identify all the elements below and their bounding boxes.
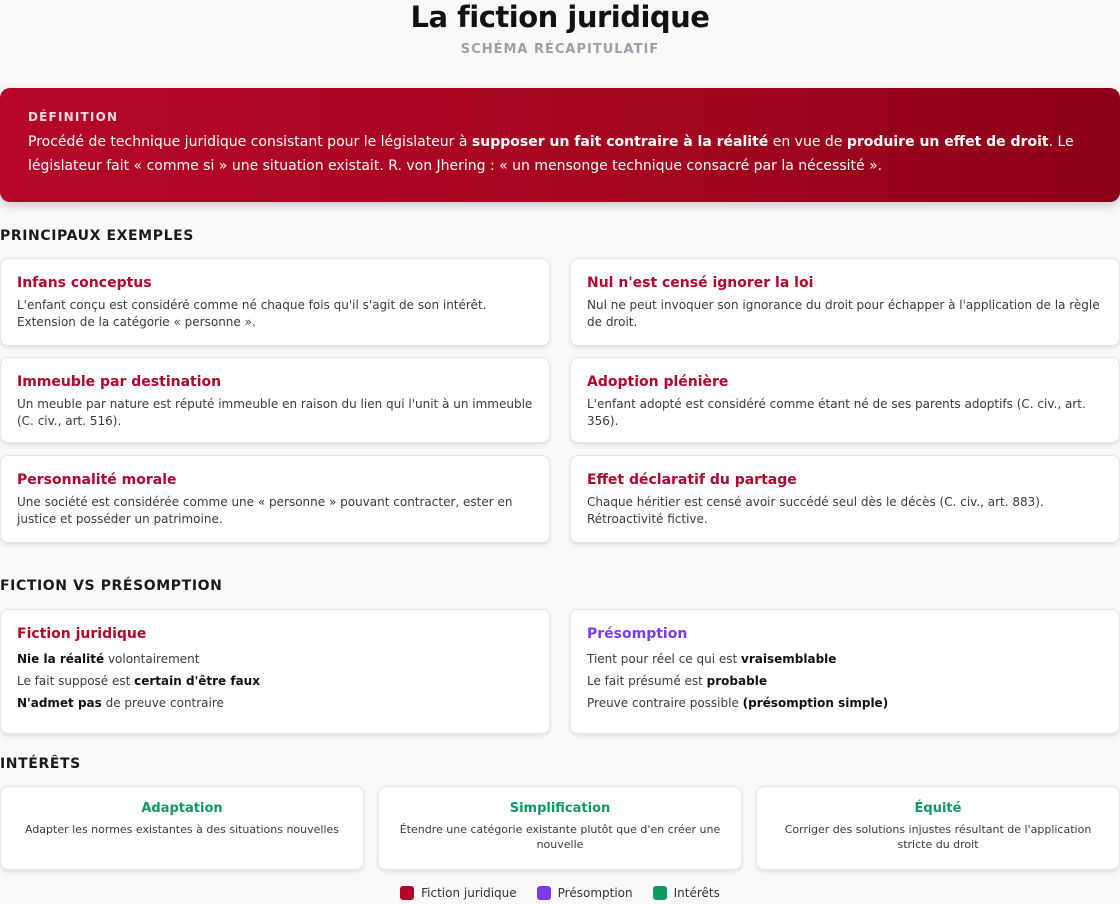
interet-text: Étendre une catégorie existante plutôt q… xyxy=(399,823,721,851)
definition-text-part: en vue de xyxy=(768,134,847,150)
presomption-line-bold: (présomption simple) xyxy=(742,696,889,710)
example-title: Adoption plénière xyxy=(587,374,729,390)
legend-label: Fiction juridique xyxy=(421,886,517,900)
definition-highlight: produire un effet de droit xyxy=(846,134,1049,150)
definition-text-part: Procédé de technique juridique consistan… xyxy=(28,134,472,150)
legend-swatch-fiction xyxy=(400,886,415,900)
page-title: La fiction juridique xyxy=(410,0,710,34)
section-title-examples: PRINCIPAUX EXEMPLES xyxy=(0,228,194,244)
example-text: Nul ne peut invoquer son ignorance du dr… xyxy=(587,298,1100,329)
example-card: Nul n'est censé ignorer la loi Nul ne pe… xyxy=(570,258,1120,346)
example-text: Une société est considérée comme une « p… xyxy=(17,495,513,526)
example-text: L'enfant adopté est considéré comme étan… xyxy=(587,397,1086,428)
fiction-line-bold: N'admet pas xyxy=(17,696,102,710)
fiction-line-bold: Nie la réalité xyxy=(17,652,105,666)
interet-card: Équité Corriger des solutions injustes r… xyxy=(756,786,1120,870)
legend-swatch-interets xyxy=(652,886,667,900)
legend-label: Présomption xyxy=(557,886,633,900)
example-card: Immeuble par destination Un meuble par n… xyxy=(0,357,550,443)
definition-text: Procédé de technique juridique consistan… xyxy=(28,130,1092,178)
presomption-line-text: Tient pour réel ce qui est xyxy=(587,652,742,666)
legend-item-interets: Intérêts xyxy=(652,886,720,900)
legend: Fiction juridique Présomption Intérêts xyxy=(0,886,1120,900)
presomption-line: Le fait présumé est probable xyxy=(587,670,1103,692)
legend-label: Intérêts xyxy=(673,886,720,900)
presomption-line-bold: probable xyxy=(706,674,767,688)
example-title: Nul n'est censé ignorer la loi xyxy=(587,275,814,291)
fiction-line-text: de preuve contraire xyxy=(101,696,224,710)
section-title-interets: INTÉRÊTS xyxy=(0,756,81,772)
legend-swatch-presomption xyxy=(536,886,551,900)
page-subtitle: SCHÉMA RÉCAPITULATIF xyxy=(460,42,660,57)
definition-box: DÉFINITION Procédé de technique juridiqu… xyxy=(0,88,1120,202)
presomption-card: Présomption Tient pour réel ce qui est v… xyxy=(570,609,1120,734)
example-card: Adoption plénière L'enfant adopté est co… xyxy=(570,357,1120,443)
legend-item-presomption: Présomption xyxy=(536,886,633,900)
example-text: Un meuble par nature est réputé immeuble… xyxy=(17,397,533,428)
interet-text: Corriger des solutions injustes résultan… xyxy=(784,823,1092,851)
legend-item-fiction: Fiction juridique xyxy=(400,886,517,900)
example-card: Effet déclaratif du partage Chaque hérit… xyxy=(570,455,1120,543)
example-title: Infans conceptus xyxy=(17,275,152,291)
example-text: Chaque héritier est censé avoir succédé … xyxy=(587,495,1044,526)
fiction-line: Le fait supposé est certain d'être faux xyxy=(17,670,533,692)
interet-text: Adapter les normes existantes à des situ… xyxy=(24,823,340,836)
presomption-line-text: Preuve contraire possible xyxy=(587,696,743,710)
presomption-line-bold: vraisemblable xyxy=(741,652,837,666)
fiction-line-text: Le fait supposé est xyxy=(17,674,135,688)
example-text: L'enfant conçu est considéré comme né ch… xyxy=(17,298,487,329)
fiction-title: Fiction juridique xyxy=(17,626,147,642)
section-title-comparison: FICTION VS PRÉSOMPTION xyxy=(0,578,223,594)
example-title: Effet déclaratif du partage xyxy=(587,472,797,488)
example-card: Infans conceptus L'enfant conçu est cons… xyxy=(0,258,550,346)
fiction-line: Nie la réalité volontairement xyxy=(17,648,533,670)
presomption-title: Présomption xyxy=(587,626,688,642)
fiction-card: Fiction juridique Nie la réalité volonta… xyxy=(0,609,550,734)
fiction-line-bold: certain d'être faux xyxy=(134,674,260,688)
definition-label: DÉFINITION xyxy=(28,110,119,124)
presomption-line: Tient pour réel ce qui est vraisemblable xyxy=(587,648,1103,670)
interet-title: Adaptation xyxy=(141,801,223,816)
interet-title: Équité xyxy=(914,801,962,816)
example-card: Personnalité morale Une société est cons… xyxy=(0,455,550,543)
interet-title: Simplification xyxy=(509,801,611,816)
presomption-line: Preuve contraire possible (présomption s… xyxy=(587,692,1103,714)
example-title: Personnalité morale xyxy=(17,472,177,488)
presomption-line-text: Le fait présumé est xyxy=(587,674,707,688)
definition-highlight: supposer un fait contraire à la réalité xyxy=(471,134,769,150)
interet-card: Simplification Étendre une catégorie exi… xyxy=(378,786,742,870)
example-title: Immeuble par destination xyxy=(17,374,222,390)
interet-card: Adaptation Adapter les normes existantes… xyxy=(0,786,364,870)
fiction-line-text: volontairement xyxy=(104,652,200,666)
fiction-line: N'admet pas de preuve contraire xyxy=(17,692,533,714)
